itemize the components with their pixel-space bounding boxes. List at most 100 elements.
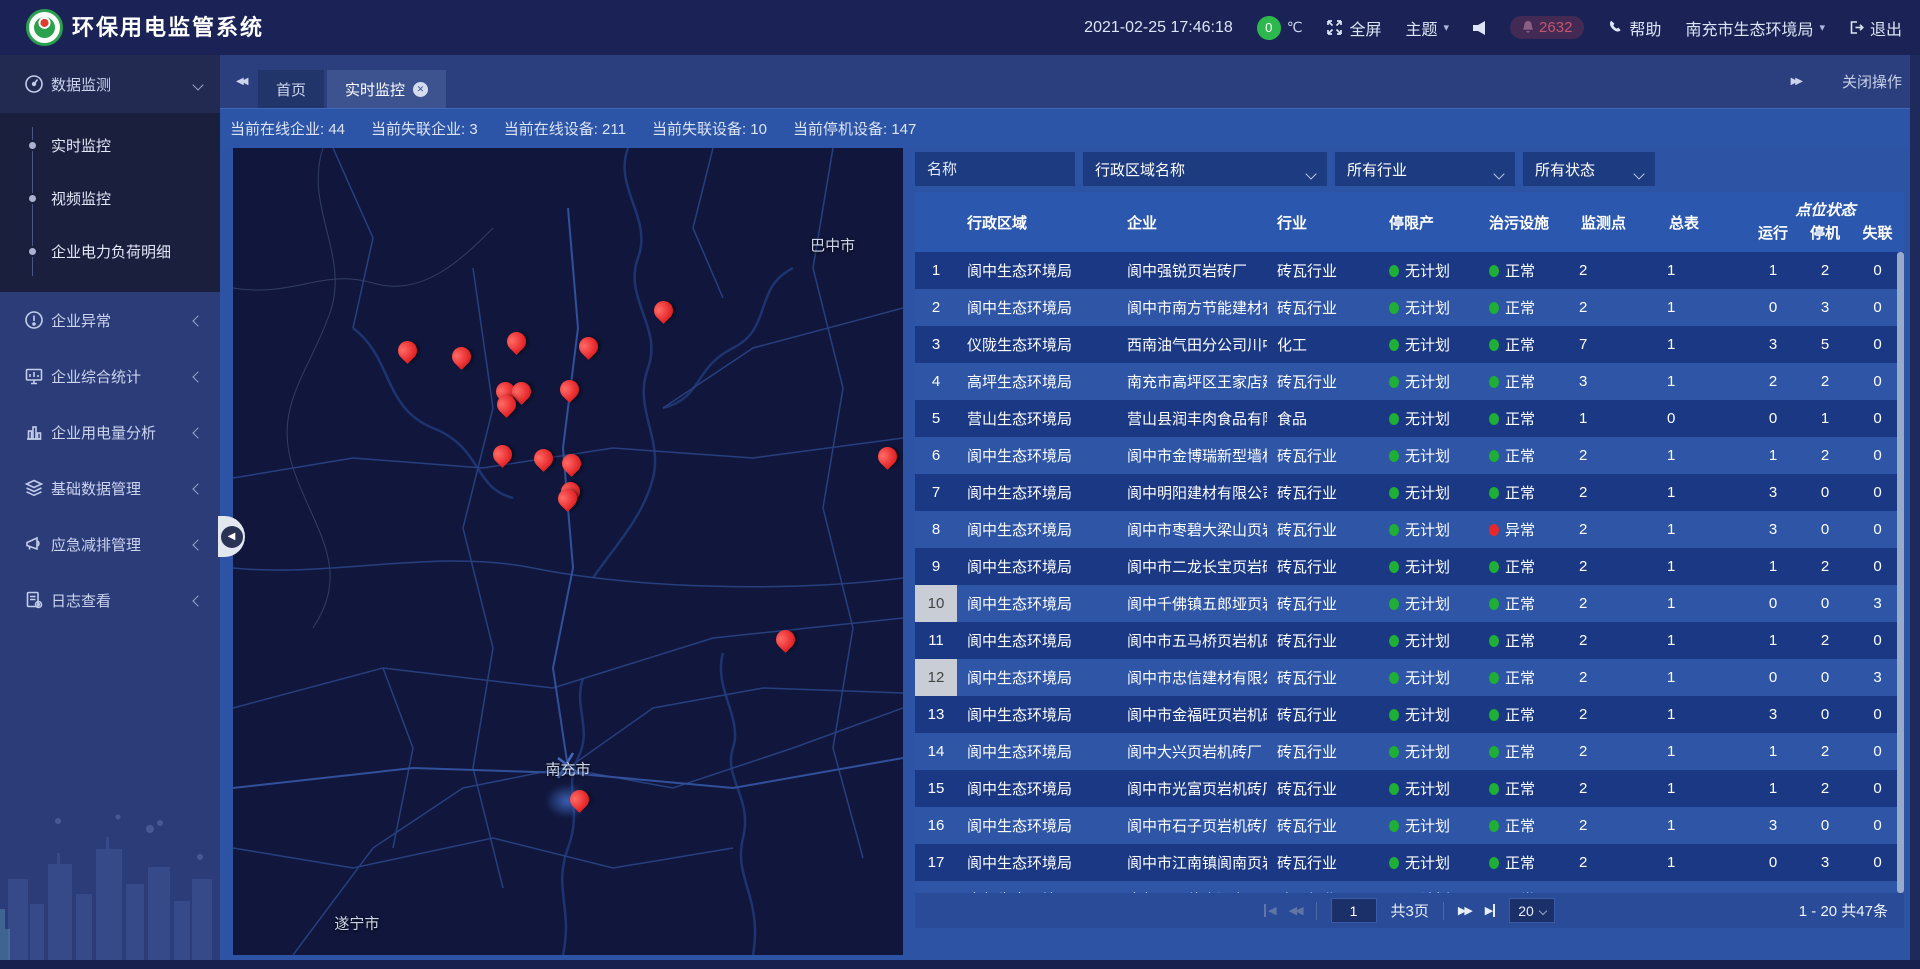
page-size-select[interactable]: 20 <box>1509 898 1555 923</box>
sidebar: 数据监测实时监控视频监控企业电力负荷明细企业异常企业综合统计企业用电量分析基础数… <box>0 55 220 969</box>
tab-1[interactable]: 首页 <box>258 70 324 108</box>
cell-total: 1 <box>1659 326 1747 363</box>
status-filter-select[interactable]: 所有状态 <box>1523 152 1655 186</box>
stat-item: 当前停机设备: 147 <box>793 118 916 139</box>
status-dot-icon <box>1389 450 1399 462</box>
tab-bar: ◀◀ 首页实时监控✕ ▶▶ 关闭操作 <box>220 55 1920 108</box>
page-number-input[interactable] <box>1331 898 1377 923</box>
prev-page-icon[interactable]: ◀◀ <box>1289 904 1302 917</box>
status-dot-icon <box>1389 635 1399 647</box>
table-row[interactable]: 4高坪生态环境局南充市高坪区王家店建砖瓦行业无计划正常31220 <box>915 363 1904 400</box>
chevron-down-icon <box>194 76 202 93</box>
name-filter-input[interactable] <box>915 152 1075 186</box>
org-name: 南充市生态环境局 <box>1685 16 1813 40</box>
cell-industry: 砖瓦行业 <box>1267 289 1379 326</box>
table-row[interactable]: 1阆中生态环境局阆中强锐页岩砖厂砖瓦行业无计划正常21120 <box>915 252 1904 289</box>
table-scrollbar[interactable] <box>1897 252 1904 893</box>
region-filter-select[interactable]: 行政区域名称 <box>1083 152 1327 186</box>
cell-industry: 砖瓦行业 <box>1267 474 1379 511</box>
cell-industry: 砖瓦行业 <box>1267 733 1379 770</box>
status-dot-icon <box>1389 524 1399 536</box>
next-page-icon[interactable]: ▶▶ <box>1458 904 1471 917</box>
table-row[interactable]: 3仪陇生态环境局西南油气田分公司川中化工无计划正常71350 <box>915 326 1904 363</box>
col-header: 监测点 <box>1571 192 1659 252</box>
cell-industry: 砖瓦行业 <box>1267 585 1379 622</box>
table-row[interactable]: 12阆中生态环境局阆中市忠信建材有限公砖瓦行业无计划正常21003 <box>915 659 1904 696</box>
logout-icon <box>1849 20 1864 35</box>
table-row[interactable]: 7阆中生态环境局阆中明阳建材有限公司砖瓦行业无计划正常21300 <box>915 474 1904 511</box>
bottom-edge <box>0 960 1920 969</box>
cell-points: 2 <box>1571 807 1659 844</box>
table-row[interactable]: 17阆中生态环境局阆中市江南镇阆南页岩砖瓦行业无计划正常21030 <box>915 844 1904 881</box>
table-row[interactable]: 5营山生态环境局营山县润丰肉食品有限食品无计划正常10010 <box>915 400 1904 437</box>
cell-industry: 砖瓦行业 <box>1267 622 1379 659</box>
cell-company: 阆中市石子页岩机砖厂 <box>1117 807 1267 844</box>
sidebar-item-label: 企业异常 <box>51 310 111 331</box>
first-page-icon[interactable]: ◀ <box>1264 904 1274 917</box>
table-row[interactable]: 16阆中生态环境局阆中市石子页岩机砖厂砖瓦行业无计划正常21300 <box>915 807 1904 844</box>
sidebar-item-2[interactable]: 企业异常 <box>0 292 220 348</box>
sidebar-item-label: 应急减排管理 <box>51 534 141 555</box>
cell-limit: 无计划 <box>1379 881 1479 893</box>
table-row[interactable]: 9阆中生态环境局阆中市二龙长宝页岩砖砖瓦行业无计划正常21120 <box>915 548 1904 585</box>
col-subheader: 运行 <box>1747 222 1799 248</box>
sidebar-item-6[interactable]: 应急减排管理 <box>0 516 220 572</box>
industry-filter-select[interactable]: 所有行业 <box>1335 152 1515 186</box>
map[interactable]: 巴中市南充市遂宁市 <box>233 148 903 955</box>
org-menu[interactable]: 南充市生态环境局▾ <box>1685 16 1825 40</box>
theme-menu[interactable]: 主题▾ <box>1406 16 1450 40</box>
table-row[interactable]: 6阆中生态环境局阆中市金博瑞新型墙材砖瓦行业无计划正常21120 <box>915 437 1904 474</box>
cell-run: 3 <box>1747 696 1799 733</box>
help-button[interactable]: 帮助 <box>1608 16 1661 40</box>
cell-facility: 正常 <box>1479 585 1571 622</box>
tabs-scroll-right-icon[interactable]: ▶▶ <box>1791 55 1800 108</box>
cell-company: 阆中市南方节能建材有 <box>1117 289 1267 326</box>
cell-no: 15 <box>915 770 957 807</box>
sidebar-subitem-label: 视频监控 <box>51 188 111 209</box>
cell-no: 12 <box>915 659 957 696</box>
table-row[interactable]: 15阆中生态环境局阆中市光富页岩机砖厂砖瓦行业无计划正常21120 <box>915 770 1904 807</box>
sidebar-subitem[interactable]: 实时监控 <box>0 119 220 172</box>
page-scrollbar-track[interactable] <box>1910 55 1920 969</box>
notification-badge[interactable]: 2632 <box>1510 16 1584 39</box>
cell-company: 阆中市枣碧大梁山页岩 <box>1117 511 1267 548</box>
divider <box>1316 902 1317 920</box>
sidebar-item-3[interactable]: 企业综合统计 <box>0 348 220 404</box>
cell-facility: 正常 <box>1479 696 1571 733</box>
table-row[interactable]: 13阆中生态环境局阆中市金福旺页岩机砖砖瓦行业无计划正常21300 <box>915 696 1904 733</box>
cell-points: 2 <box>1571 289 1659 326</box>
cell-total: 1 <box>1659 474 1747 511</box>
status-dot-icon <box>1389 561 1399 573</box>
cell-points: 1 <box>1571 400 1659 437</box>
cell-stop: 2 <box>1799 548 1851 585</box>
tab-2[interactable]: 实时监控✕ <box>327 70 446 108</box>
logout-button[interactable]: 退出 <box>1849 16 1902 40</box>
data-panel: 行政区域名称 所有行业 所有状态 行政区域企业行业停限产治污设施监测点总表点位状… <box>915 148 1904 955</box>
status-dot-icon <box>1489 820 1499 832</box>
table-row[interactable]: 18南部生态环境局南部县双佳山河有限公砖瓦行业无计划正常60050 <box>915 881 1904 893</box>
cell-industry: 砖瓦行业 <box>1267 770 1379 807</box>
sidebar-item-4[interactable]: 企业用电量分析 <box>0 404 220 460</box>
table-row[interactable]: 2阆中生态环境局阆中市南方节能建材有砖瓦行业无计划正常21030 <box>915 289 1904 326</box>
close-operations-button[interactable]: 关闭操作 <box>1842 55 1902 108</box>
speaker-icon[interactable] <box>1473 21 1486 35</box>
table-row[interactable]: 11阆中生态环境局阆中市五马桥页岩机砖砖瓦行业无计划正常21120 <box>915 622 1904 659</box>
table-row[interactable]: 8阆中生态环境局阆中市枣碧大梁山页岩砖瓦行业无计划异常21300 <box>915 511 1904 548</box>
fullscreen-button[interactable]: 全屏 <box>1326 16 1381 40</box>
table-row[interactable]: 14阆中生态环境局阆中大兴页岩机砖厂砖瓦行业无计划正常21120 <box>915 733 1904 770</box>
status-dot-icon <box>1389 339 1399 351</box>
cell-facility: 正常 <box>1479 252 1571 289</box>
table-row[interactable]: 10阆中生态环境局阆中千佛镇五郎垭页岩砖瓦行业无计划正常21003 <box>915 585 1904 622</box>
cell-stop: 5 <box>1799 881 1851 893</box>
sidebar-item-5[interactable]: 基础数据管理 <box>0 460 220 516</box>
close-icon[interactable]: ✕ <box>413 82 428 97</box>
sidebar-item-7[interactable]: 日志查看 <box>0 572 220 628</box>
sidebar-item-1[interactable]: 数据监测 <box>0 55 220 113</box>
tabs-scroll-left-icon[interactable]: ◀◀ <box>236 55 245 108</box>
chevron-down-icon: ▾ <box>1444 21 1450 34</box>
sidebar-subitem[interactable]: 视频监控 <box>0 172 220 225</box>
sidebar-subitem[interactable]: 企业电力负荷明细 <box>0 225 220 278</box>
last-page-icon[interactable]: ▶ <box>1485 904 1495 917</box>
cell-facility: 正常 <box>1479 844 1571 881</box>
status-dot-icon <box>1489 709 1499 721</box>
